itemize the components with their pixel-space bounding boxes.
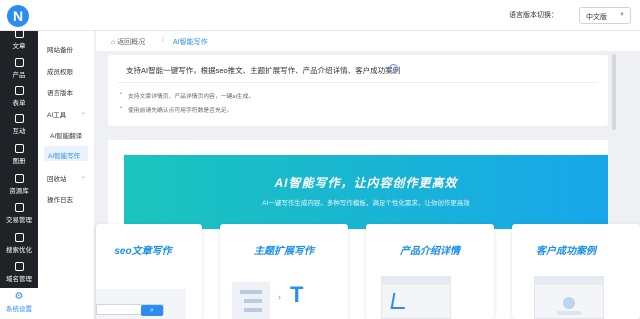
nav-item-label: 图册: [12, 158, 26, 165]
nav-item-label: 域名管理: [6, 276, 32, 283]
article-icon: [14, 29, 24, 38]
nav-item-label: 交易管理: [6, 217, 32, 224]
sub-menu-item-label: 操作日志: [47, 197, 73, 204]
sub-menu-item-label: AI智能写作: [48, 153, 81, 160]
product-icon: [14, 58, 24, 67]
nav-item-trade[interactable]: 交易管理: [0, 200, 38, 228]
chevron-right-icon: ›: [278, 292, 281, 302]
breadcrumb-separator: /: [162, 37, 164, 44]
chevron-down-icon: ⌄: [81, 174, 87, 180]
sub-menu-item-label: AI智能翻译: [50, 133, 83, 140]
tree-illustration: [232, 282, 270, 319]
seo-icon: [14, 233, 24, 242]
breadcrumb-current: AI智能写作: [173, 39, 208, 46]
case-header: [535, 277, 603, 285]
sub-menu-item-label: 回收站: [47, 176, 67, 183]
banner-subtitle: AI一键写作生成内容。多种写作模板，满足个性化需求，让你创作更高效: [262, 200, 470, 207]
nav-item-label: 产品: [12, 72, 26, 79]
feature-card-product[interactable]: 产品介绍详情: [366, 224, 494, 319]
document-header: [382, 277, 450, 285]
search-input-illustration: ⌕: [96, 304, 164, 316]
search-icon: ⌕: [141, 305, 163, 316]
breadcrumb-home-link[interactable]: ⌂ 返回概况: [111, 37, 145, 47]
sub-menu-item-recycle[interactable]: 回收站 ⌄: [47, 173, 86, 183]
info-title: 支持AI智能一键写作，根据seo推文、主题扩展写作、产品介绍详情、客户成功案例: [126, 66, 401, 75]
case-illustration: [534, 276, 604, 319]
nav-item-label: 系统设置: [6, 306, 32, 313]
sub-menu-item-language[interactable]: 语言版本: [47, 87, 73, 97]
tree-node: [244, 299, 262, 303]
interaction-icon: [14, 114, 24, 123]
feature-title: 产品介绍详情: [400, 246, 460, 257]
info-icon[interactable]: [389, 64, 398, 73]
sub-menu-item-ai-writing[interactable]: AI智能写作: [48, 150, 80, 160]
nav-item-article[interactable]: 文章: [0, 29, 38, 57]
sub-menu-item-members[interactable]: 成员权限: [47, 66, 73, 76]
nav-item-interaction[interactable]: 互动: [0, 111, 38, 139]
promo-banner: AI智能写作，让内容创作更高效 AI一键写作生成内容。多种写作模板，满足个性化需…: [124, 155, 608, 229]
nav-item-system-settings[interactable]: ⚙ 系统设置: [0, 288, 38, 319]
nav-item-seo[interactable]: 搜索优化: [0, 230, 38, 258]
breadcrumb: ⌂ 返回概况 / AI智能写作: [96, 31, 640, 52]
info-bullet: 支持文章详情页、产品详情页内容，一键ai生成。: [120, 91, 254, 100]
divider: [118, 82, 598, 83]
gear-icon: ⚙: [14, 291, 24, 302]
tree-node: [244, 308, 262, 312]
sub-menu-item-ai-translate[interactable]: AI智能翻译: [50, 130, 82, 140]
chevron-down-icon: ▼: [619, 12, 625, 18]
nav-item-label: 表单: [12, 100, 26, 107]
feature-card-topic[interactable]: 主题扩展写作 › T: [220, 224, 348, 319]
domain-icon: [14, 262, 24, 271]
document-illustration: [381, 276, 451, 319]
banner-title: AI智能写作，让内容创作更高效: [274, 176, 458, 190]
nav-item-label: 互动: [12, 128, 26, 135]
sub-menu-item-ai-tools[interactable]: AI工具 ⌄: [47, 109, 86, 119]
breadcrumb-home-label: 返回概况: [117, 39, 146, 46]
nav-item-label: 文章: [12, 43, 26, 50]
case-pill: [557, 311, 581, 315]
sub-menu-item-backup[interactable]: 网站备份: [47, 44, 73, 54]
avatar-icon: [563, 297, 575, 309]
sub-menu-item-label: 网站备份: [47, 47, 73, 54]
chevron-down-icon: ⌄: [81, 110, 87, 116]
nav-item-label: 资源库: [9, 188, 29, 195]
nav-item-label: 搜索优化: [6, 247, 32, 254]
feature-title: seo文章写作: [114, 246, 172, 257]
nav-item-product[interactable]: 产品: [0, 55, 38, 83]
language-select[interactable]: 中文版 ▼: [579, 7, 631, 24]
chart-icon: [390, 293, 408, 309]
feature-title: 客户成功案例: [536, 246, 596, 257]
search-illustration: ⌕: [96, 289, 186, 319]
sub-menu-item-log[interactable]: 操作日志: [47, 194, 73, 204]
album-icon: [14, 144, 24, 153]
text-icon: T: [290, 282, 304, 307]
language-selected-value: 中文版: [586, 14, 607, 21]
app-logo[interactable]: N: [7, 5, 29, 27]
form-icon: [14, 86, 24, 95]
sub-menu-item-label: AI工具: [47, 112, 67, 119]
info-bullet: 使用前请先确认点可用字符数是否充足。: [120, 105, 232, 114]
resource-icon: [14, 174, 24, 183]
sub-menu-item-label: 语言版本: [47, 90, 73, 97]
nav-item-album[interactable]: 图册: [0, 141, 38, 169]
trade-icon: [14, 203, 24, 212]
nav-item-resource[interactable]: 资源库: [0, 171, 38, 199]
top-bar: N 语言版本切换： 中文版 ▼: [0, 0, 640, 31]
feature-card-case[interactable]: 客户成功案例: [512, 224, 640, 319]
scrollbar[interactable]: [612, 54, 616, 130]
info-card: 支持AI智能一键写作，根据seo推文、主题扩展写作、产品介绍详情、客户成功案例 …: [108, 55, 608, 126]
nav-item-form[interactable]: 表单: [0, 83, 38, 111]
feature-title: 主题扩展写作: [254, 246, 314, 257]
nav-item-domain[interactable]: 域名管理: [0, 259, 38, 287]
tree-node: [240, 290, 262, 294]
main-sidebar: 文章 产品 表单 互动 图册 资源库 交易管理 搜索优化 域名管理: [0, 29, 38, 288]
sub-menu-item-label: 成员权限: [47, 69, 73, 76]
feature-card-seo[interactable]: seo文章写作 ⌕: [96, 224, 202, 319]
language-label: 语言版本切换：: [509, 12, 558, 19]
